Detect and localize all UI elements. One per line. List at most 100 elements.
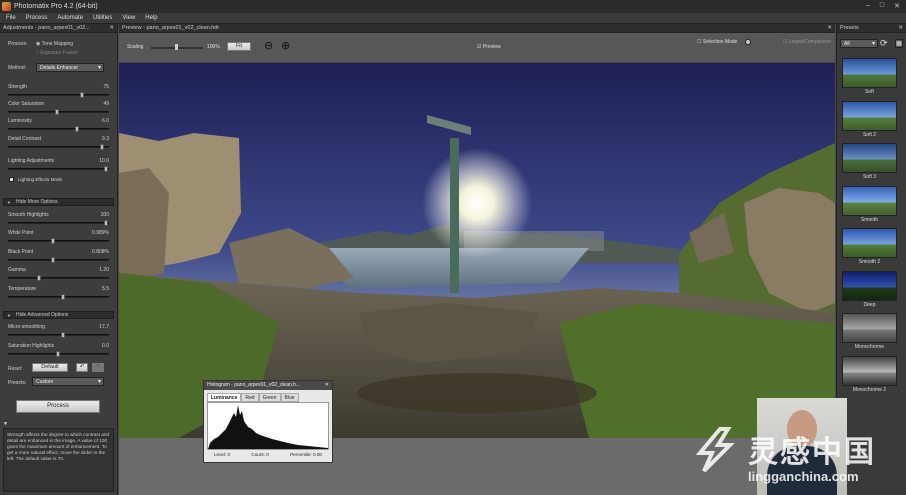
grid-view-icon[interactable]: ▦: [895, 39, 903, 48]
white-point-slider-knob[interactable]: [51, 238, 56, 244]
histogram-stats: Level: 0 Count: 0 Percentile: 0.00: [204, 450, 332, 459]
detail-contrast-slider[interactable]: [8, 144, 109, 150]
preview-checkbox[interactable]: ☑ Preview: [477, 44, 501, 50]
color-saturation-row: Color Saturation 49: [8, 101, 109, 107]
black-point-slider[interactable]: [8, 257, 109, 263]
detail-contrast-slider-knob[interactable]: [100, 144, 105, 150]
method-dropdown[interactable]: Details Enhancer: [36, 63, 104, 72]
preset-thumbnail[interactable]: [842, 100, 897, 131]
tab-red[interactable]: Red: [241, 393, 259, 402]
preset-soft[interactable]: Soft: [842, 58, 897, 95]
gamma-slider[interactable]: [8, 275, 109, 281]
luminosity-slider[interactable]: [8, 126, 109, 132]
process-button[interactable]: Process: [16, 400, 100, 413]
lighting-effects-checkbox[interactable]: [9, 177, 14, 182]
preset-thumbnail[interactable]: [842, 185, 897, 216]
maximize-button[interactable]: □: [880, 2, 884, 10]
help-expand-icon[interactable]: ▼: [3, 421, 8, 427]
refresh-icon[interactable]: ⟳: [880, 38, 888, 49]
tab-luminance[interactable]: Luminance: [207, 393, 242, 402]
preview-title-text: Preview - pano_arpex01_v02_clean.hdr: [122, 25, 220, 31]
preset-soft-2[interactable]: Soft 2: [842, 100, 897, 138]
preset-thumbnail[interactable]: [842, 355, 897, 386]
close-icon[interactable]: ✕: [325, 381, 329, 390]
tab-green[interactable]: Green: [258, 393, 281, 402]
lighting-adjustments-label: Lighting Adjustments: [8, 158, 55, 164]
preset-thumbnail[interactable]: [842, 228, 897, 258]
saturation-highlights-slider-knob[interactable]: [56, 351, 60, 357]
color-saturation-slider[interactable]: [8, 109, 109, 115]
luminosity-slider-knob[interactable]: [75, 126, 80, 132]
strength-label: Strength: [8, 84, 27, 90]
preset-thumbnail[interactable]: [842, 313, 897, 343]
presets-dropdown[interactable]: Custom: [32, 377, 104, 386]
histogram-title-text: Histogram - pano_arpex01_v02_clean.h...: [207, 382, 301, 388]
preview-toolbar: Scaling 100% Fit ⊖ ⊕ ☑ Preview ☐ Selecti…: [119, 33, 835, 63]
default-button[interactable]: Default: [32, 363, 68, 372]
scaling-knob[interactable]: [175, 44, 178, 50]
histogram-plot[interactable]: [207, 402, 329, 450]
hide-more-options[interactable]: Hide More Options: [3, 198, 114, 206]
zoom-out-icon[interactable]: ⊖: [264, 39, 273, 52]
histogram-window: Histogram - pano_arpex01_v02_clean.h... …: [203, 380, 333, 463]
preset-thumbnail[interactable]: [842, 270, 897, 301]
menu-process[interactable]: Process: [26, 15, 48, 21]
lighting-adjustments-slider-knob[interactable]: [104, 166, 108, 172]
fit-button[interactable]: Fit: [227, 42, 251, 51]
preset-smooth-2[interactable]: Smooth 2: [842, 228, 897, 265]
micro-smoothing-slider[interactable]: [8, 332, 109, 338]
white-point-slider[interactable]: [8, 238, 109, 244]
strength-slider-knob[interactable]: [80, 92, 84, 98]
preset-smooth[interactable]: Smooth: [842, 185, 897, 223]
close-button[interactable]: ✕: [894, 2, 900, 10]
preset-soft-3[interactable]: Soft 3: [842, 143, 897, 180]
menu-view[interactable]: View: [122, 15, 135, 21]
zoom-in-icon[interactable]: ⊕: [281, 39, 290, 52]
close-icon[interactable]: ✕: [898, 24, 903, 33]
menu-automate[interactable]: Automate: [57, 15, 83, 21]
smooth-highlights-value: 100: [100, 212, 109, 218]
preset-deep[interactable]: Deep: [842, 270, 897, 308]
hide-advanced-options[interactable]: Hide Advanced Options: [3, 311, 114, 319]
selection-mode-checkbox[interactable]: ☐ Selection Mode: [697, 39, 737, 45]
smooth-highlights-row: Smooth Highlights 100: [8, 212, 109, 218]
close-icon[interactable]: ✕: [109, 24, 114, 33]
preset-thumbnail[interactable]: [842, 143, 897, 173]
tab-blue[interactable]: Blue: [280, 393, 299, 402]
scaling-slider[interactable]: [151, 44, 203, 50]
redo-button[interactable]: ↷: [92, 363, 104, 372]
black-point-slider-knob[interactable]: [51, 257, 56, 263]
saturation-highlights-slider[interactable]: [8, 351, 109, 357]
presets-title-text: Presets: [840, 25, 859, 31]
zoom-value: 100%: [207, 44, 220, 50]
gamma-slider-knob[interactable]: [36, 275, 41, 281]
undo-button[interactable]: ↶: [76, 363, 88, 372]
menu-help[interactable]: Help: [145, 15, 157, 21]
saturation-highlights-value: 0.0: [102, 343, 109, 349]
temperature-slider-knob[interactable]: [60, 294, 65, 300]
preset-thumbnail[interactable]: [842, 58, 897, 88]
preset-monochrome-2[interactable]: Monochrome 2: [842, 355, 897, 393]
color-saturation-slider-knob[interactable]: [55, 109, 60, 115]
loupe-checkbox[interactable]: ☐ Loupe/Comparison: [783, 39, 831, 45]
strength-slider[interactable]: [8, 92, 109, 98]
adjustments-title: Adjustments - pano_arpex01_v02... ✕: [0, 24, 117, 33]
gamma-label: Gamma: [8, 267, 26, 273]
info-icon[interactable]: [745, 39, 751, 45]
black-point-label: Black Point: [8, 249, 34, 255]
close-icon[interactable]: ✕: [827, 24, 832, 33]
smooth-highlights-slider-knob[interactable]: [104, 220, 108, 226]
micro-smoothing-slider-knob[interactable]: [60, 332, 65, 338]
lighting-adjustments-slider[interactable]: [8, 166, 109, 172]
lighting-adjustments-row: Lighting Adjustments 10.0: [8, 158, 109, 164]
lighting-effects-label: Lighting Effects Mode: [18, 177, 63, 182]
radio-exposure-fusion[interactable]: ○ Exposure Fusion: [36, 50, 78, 56]
preset-filter-dropdown[interactable]: All: [840, 39, 878, 48]
menu-utilities[interactable]: Utilities: [93, 15, 112, 21]
preset-monochrome[interactable]: Monochrome: [842, 313, 897, 350]
minimize-button[interactable]: –: [866, 2, 870, 10]
smooth-highlights-slider[interactable]: [8, 220, 109, 226]
temperature-slider[interactable]: [8, 294, 109, 300]
menu-file[interactable]: File: [6, 15, 16, 21]
radio-tone-mapping[interactable]: ◉ Tone Mapping: [36, 41, 73, 47]
